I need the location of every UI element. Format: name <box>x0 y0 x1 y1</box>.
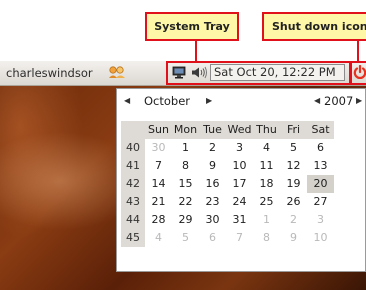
calendar-week-row: 41 7 8 9 10 11 12 13 <box>121 157 334 175</box>
calendar-day[interactable]: 1 <box>253 211 280 229</box>
calendar-day[interactable]: 31 <box>226 211 253 229</box>
calendar-day[interactable]: 3 <box>307 211 334 229</box>
calendar-day[interactable]: 29 <box>172 211 199 229</box>
year-label: 2007 <box>324 94 354 108</box>
calendar-day[interactable]: 4 <box>253 139 280 157</box>
calendar-week-row: 40 30 1 2 3 4 5 6 <box>121 139 334 157</box>
calendar-day[interactable]: 7 <box>226 229 253 247</box>
calendar-day[interactable]: 10 <box>226 157 253 175</box>
calendar-day[interactable]: 13 <box>307 157 334 175</box>
week-number: 42 <box>121 175 145 193</box>
calendar-day[interactable]: 19 <box>280 175 307 193</box>
calendar-day[interactable]: 30 <box>199 211 226 229</box>
next-year-arrow-icon[interactable]: ▶ <box>356 89 362 113</box>
calendar-day[interactable]: 14 <box>145 175 172 193</box>
week-number: 40 <box>121 139 145 157</box>
calendar-day[interactable]: 11 <box>253 157 280 175</box>
calendar-day[interactable]: 3 <box>226 139 253 157</box>
calendar-day[interactable]: 8 <box>253 229 280 247</box>
prev-year-arrow-icon[interactable]: ◀ <box>314 89 320 113</box>
calendar-day[interactable]: 25 <box>253 193 280 211</box>
calendar-week-row: 44 28 29 30 31 1 2 3 <box>121 211 334 229</box>
calendar-grid: Sun Mon Tue Wed Thu Fri Sat 40 30 1 2 3 4 5 6 41… <box>121 121 334 247</box>
calendar-day[interactable]: 10 <box>307 229 334 247</box>
system-tray-leader-line <box>195 41 197 61</box>
week-number-header <box>121 121 145 139</box>
calendar-weeks: 40 30 1 2 3 4 5 6 41 7 8 9 10 11 12 13 42 14 15 16 17 18 19 20 4… <box>121 139 334 247</box>
weekday-header-row: Sun Mon Tue Wed Thu Fri Sat <box>121 121 334 139</box>
calendar-day[interactable]: 18 <box>253 175 280 193</box>
week-number: 44 <box>121 211 145 229</box>
system-tray-highlight <box>166 61 351 85</box>
calendar-week-row: 43 21 22 23 24 25 26 27 <box>121 193 334 211</box>
shutdown-callout: Shut down icon <box>262 12 366 41</box>
prev-month-arrow-icon[interactable]: ◀ <box>124 89 130 113</box>
calendar-day-today[interactable]: 20 <box>307 175 334 193</box>
calendar-day[interactable]: 7 <box>145 157 172 175</box>
calendar-day[interactable]: 12 <box>280 157 307 175</box>
system-tray-callout: System Tray <box>145 12 239 41</box>
calendar-day[interactable]: 17 <box>226 175 253 193</box>
calendar-day[interactable]: 6 <box>307 139 334 157</box>
calendar-popup: ◀ October ▶ ◀ 2007 ▶ Sun Mon Tue Wed Thu… <box>116 88 366 272</box>
weekday-header: Mon <box>172 121 199 139</box>
calendar-week-row: 45 4 5 6 7 8 9 10 <box>121 229 334 247</box>
calendar-day[interactable]: 22 <box>172 193 199 211</box>
weekday-header: Fri <box>280 121 307 139</box>
calendar-day[interactable]: 16 <box>199 175 226 193</box>
weekday-header: Sat <box>307 121 334 139</box>
calendar-day[interactable]: 1 <box>172 139 199 157</box>
shutdown-callout-label: Shut down icon <box>272 20 366 33</box>
calendar-day[interactable]: 30 <box>145 139 172 157</box>
calendar-day[interactable]: 6 <box>199 229 226 247</box>
calendar-day[interactable]: 5 <box>172 229 199 247</box>
month-label: October <box>144 94 191 108</box>
calendar-day[interactable]: 9 <box>280 229 307 247</box>
calendar-day[interactable]: 24 <box>226 193 253 211</box>
next-month-arrow-icon[interactable]: ▶ <box>206 89 212 113</box>
week-number: 43 <box>121 193 145 211</box>
calendar-day[interactable]: 5 <box>280 139 307 157</box>
calendar-day[interactable]: 28 <box>145 211 172 229</box>
weekday-header: Tue <box>199 121 226 139</box>
calendar-day[interactable]: 2 <box>199 139 226 157</box>
weekday-header: Sun <box>145 121 172 139</box>
shutdown-leader-line <box>357 41 359 61</box>
username-label[interactable]: charleswindsor <box>6 66 93 80</box>
calendar-day[interactable]: 27 <box>307 193 334 211</box>
calendar-day[interactable]: 26 <box>280 193 307 211</box>
weekday-header: Thu <box>253 121 280 139</box>
calendar-day[interactable]: 8 <box>172 157 199 175</box>
system-tray-callout-label: System Tray <box>154 20 230 33</box>
week-number: 45 <box>121 229 145 247</box>
calendar-day[interactable]: 4 <box>145 229 172 247</box>
calendar-day[interactable]: 9 <box>199 157 226 175</box>
week-number: 41 <box>121 157 145 175</box>
calendar-day[interactable]: 23 <box>199 193 226 211</box>
calendar-week-row: 42 14 15 16 17 18 19 20 <box>121 175 334 193</box>
calendar-day[interactable]: 21 <box>145 193 172 211</box>
user-switch-icon[interactable] <box>108 65 126 79</box>
calendar-day[interactable]: 2 <box>280 211 307 229</box>
top-panel: charleswindsor Sat Oct 20, 12:22 PM <box>0 61 366 86</box>
shutdown-icon[interactable] <box>353 65 366 80</box>
weekday-header: Wed <box>226 121 253 139</box>
calendar-day[interactable]: 15 <box>172 175 199 193</box>
